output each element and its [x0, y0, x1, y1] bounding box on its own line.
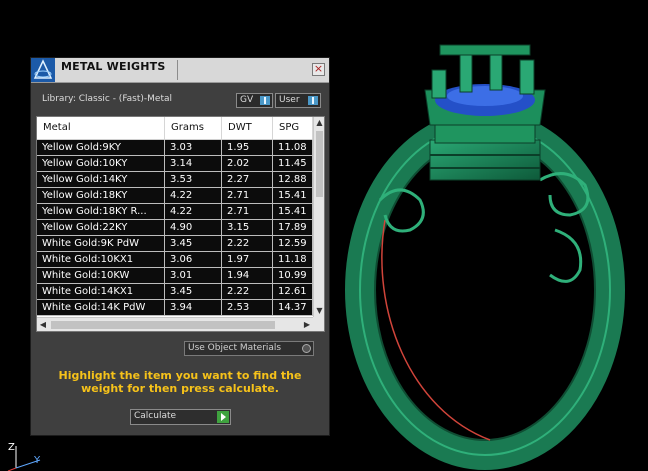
gv-toggle-label: GV — [240, 95, 254, 105]
library-label: Library: Classic - (Fast)-Metal — [42, 94, 173, 104]
table-row[interactable]: Yellow Gold:14KY 3.53 2.27 12.88 — [37, 172, 313, 188]
use-object-materials-label: Use Object Materials — [188, 343, 282, 353]
dwt-cell: 1.95 — [222, 140, 273, 155]
calculate-button[interactable]: Calculate — [130, 409, 231, 425]
radio-icon — [302, 344, 311, 353]
title-divider — [177, 60, 178, 80]
grams-cell: 4.22 — [165, 204, 222, 219]
user-toggle[interactable]: User — [275, 93, 321, 108]
table-body: Yellow Gold:9KY 3.03 1.95 11.08 Yellow Gold:… — [37, 140, 313, 316]
column-header-dwt[interactable]: DWT — [222, 117, 273, 139]
grams-cell: 3.03 — [165, 140, 222, 155]
column-header-metal[interactable]: Metal — [37, 117, 165, 139]
play-arrow-icon — [217, 411, 229, 423]
dwt-cell: 2.22 — [222, 284, 273, 299]
grams-cell: 4.22 — [165, 188, 222, 203]
metal-cell: Yellow Gold:10KY — [37, 156, 165, 171]
metal-cell: White Gold:14K PdW — [37, 300, 165, 315]
scroll-down-icon[interactable]: ▼ — [314, 305, 324, 317]
metal-cell: Yellow Gold:18KY R... — [37, 204, 165, 219]
metal-cell: White Gold:10KX1 — [37, 252, 165, 267]
table-row[interactable]: White Gold:9K PdW 3.45 2.22 12.59 — [37, 236, 313, 252]
metal-cell: Yellow Gold:22KY — [37, 220, 165, 235]
table-row[interactable]: White Gold:14KX1 3.45 2.22 12.61 — [37, 284, 313, 300]
table-header: Metal Grams DWT SPG — [37, 117, 313, 140]
spg-cell: 12.61 — [273, 284, 313, 299]
spg-cell: 10.99 — [273, 268, 313, 283]
table-row[interactable]: Yellow Gold:22KY 4.90 3.15 17.89 — [37, 220, 313, 236]
spg-cell: 12.59 — [273, 236, 313, 251]
metal-cell: Yellow Gold:9KY — [37, 140, 165, 155]
dwt-cell: 2.71 — [222, 188, 273, 203]
grams-cell: 4.90 — [165, 220, 222, 235]
calculate-label: Calculate — [134, 411, 177, 421]
dwt-cell: 1.97 — [222, 252, 273, 267]
table-row[interactable]: Yellow Gold:9KY 3.03 1.95 11.08 — [37, 140, 313, 156]
gv-toggle[interactable]: GV — [236, 93, 273, 108]
metal-cell: Yellow Gold:18KY — [37, 188, 165, 203]
user-toggle-label: User — [279, 95, 300, 105]
dwt-cell: 2.02 — [222, 156, 273, 171]
horizontal-scroll-thumb[interactable] — [51, 321, 275, 329]
scroll-left-icon[interactable]: ◀ — [37, 318, 49, 331]
panel-titlebar[interactable]: METAL WEIGHTS × — [31, 58, 329, 83]
spg-cell: 11.08 — [273, 140, 313, 155]
toggle-switch-icon — [308, 96, 318, 105]
panel-title: METAL WEIGHTS — [61, 60, 166, 73]
table-row[interactable]: White Gold:14K PdW 3.94 2.53 14.37 — [37, 300, 313, 316]
metal-cell: White Gold:9K PdW — [37, 236, 165, 251]
metal-cell: White Gold:10KW — [37, 268, 165, 283]
dwt-cell: 2.53 — [222, 300, 273, 315]
spg-cell: 11.45 — [273, 156, 313, 171]
dwt-cell: 3.15 — [222, 220, 273, 235]
table-row[interactable]: Yellow Gold:10KY 3.14 2.02 11.45 — [37, 156, 313, 172]
metal-weights-panel: METAL WEIGHTS × Library: Classic - (Fast… — [30, 57, 330, 436]
grams-cell: 3.45 — [165, 236, 222, 251]
table-row[interactable]: Yellow Gold:18KY 4.22 2.71 15.41 — [37, 188, 313, 204]
scrollbar-corner — [313, 317, 324, 331]
use-object-materials-option[interactable]: Use Object Materials — [184, 341, 314, 356]
spg-cell: 15.41 — [273, 204, 313, 219]
grams-cell: 3.14 — [165, 156, 222, 171]
metal-cell: White Gold:14KX1 — [37, 284, 165, 299]
close-button[interactable]: × — [312, 62, 325, 76]
close-icon: × — [313, 62, 324, 75]
ring-model[interactable] — [340, 30, 640, 470]
grams-cell: 3.94 — [165, 300, 222, 315]
dwt-cell: 1.94 — [222, 268, 273, 283]
horizontal-scrollbar[interactable]: ◀ ▶ — [37, 317, 313, 331]
toggle-switch-icon — [260, 96, 270, 105]
spg-cell: 15.41 — [273, 188, 313, 203]
grams-cell: 3.53 — [165, 172, 222, 187]
vertical-scrollbar[interactable]: ▲ ▼ — [313, 117, 324, 317]
spg-cell: 17.89 — [273, 220, 313, 235]
instruction-text: Highlight the item you want to find the … — [58, 369, 302, 395]
table-row[interactable]: Yellow Gold:18KY R... 4.22 2.71 15.41 — [37, 204, 313, 220]
column-header-grams[interactable]: Grams — [165, 117, 222, 139]
spg-cell: 11.18 — [273, 252, 313, 267]
axis-y-label: Y — [34, 455, 41, 466]
dwt-cell: 2.22 — [222, 236, 273, 251]
metal-table: Metal Grams DWT SPG Yellow Gold:9KY 3.03 1… — [36, 116, 325, 332]
grams-cell: 3.45 — [165, 284, 222, 299]
dwt-cell: 2.71 — [222, 204, 273, 219]
app-logo-icon — [31, 58, 55, 82]
scroll-up-icon[interactable]: ▲ — [314, 117, 324, 129]
spg-cell: 14.37 — [273, 300, 313, 315]
metal-cell: Yellow Gold:14KY — [37, 172, 165, 187]
table-row[interactable]: White Gold:10KW 3.01 1.94 10.99 — [37, 268, 313, 284]
axis-z-label: Z — [8, 442, 15, 453]
scroll-right-icon[interactable]: ▶ — [301, 318, 313, 331]
vertical-scroll-thumb[interactable] — [316, 131, 323, 197]
grams-cell: 3.06 — [165, 252, 222, 267]
spg-cell: 12.88 — [273, 172, 313, 187]
dwt-cell: 2.27 — [222, 172, 273, 187]
column-header-spg[interactable]: SPG — [273, 117, 313, 139]
table-row[interactable]: White Gold:10KX1 3.06 1.97 11.18 — [37, 252, 313, 268]
grams-cell: 3.01 — [165, 268, 222, 283]
